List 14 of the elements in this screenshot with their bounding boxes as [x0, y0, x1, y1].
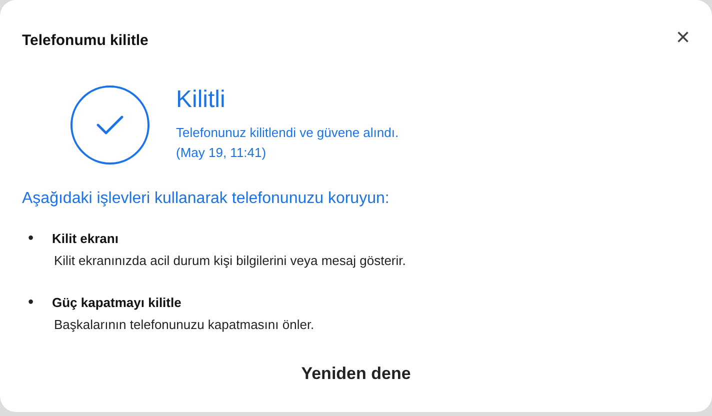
dialog-title: Telefonumu kilitle	[22, 31, 148, 51]
feature-description: Başkalarının telefonunuzu kapatmasını önler.	[54, 316, 314, 334]
feature-title: Kilit ekranı	[52, 230, 120, 248]
status-message: Telefonunuz kilitlendi ve güvene alındı.	[176, 124, 399, 142]
bullet: •	[28, 228, 35, 248]
bullet: •	[28, 292, 35, 312]
feature-title: Güç kapatmayı kilitle	[52, 294, 182, 312]
retry-button[interactable]: Yeniden dene	[291, 356, 421, 390]
status-time: (May 19, 11:41)	[176, 144, 268, 162]
feature-description: Kilit ekranınızda acil durum kişi bilgilerini veya mesaj gösterir.	[54, 252, 406, 270]
status-heading: Kilitli	[176, 86, 226, 115]
close-button[interactable]: ×	[672, 26, 694, 50]
section-heading: Aşağıdaki işlevleri kullanarak telefonunuzu koruyun:	[22, 188, 390, 208]
check-circle-icon	[70, 84, 150, 164]
